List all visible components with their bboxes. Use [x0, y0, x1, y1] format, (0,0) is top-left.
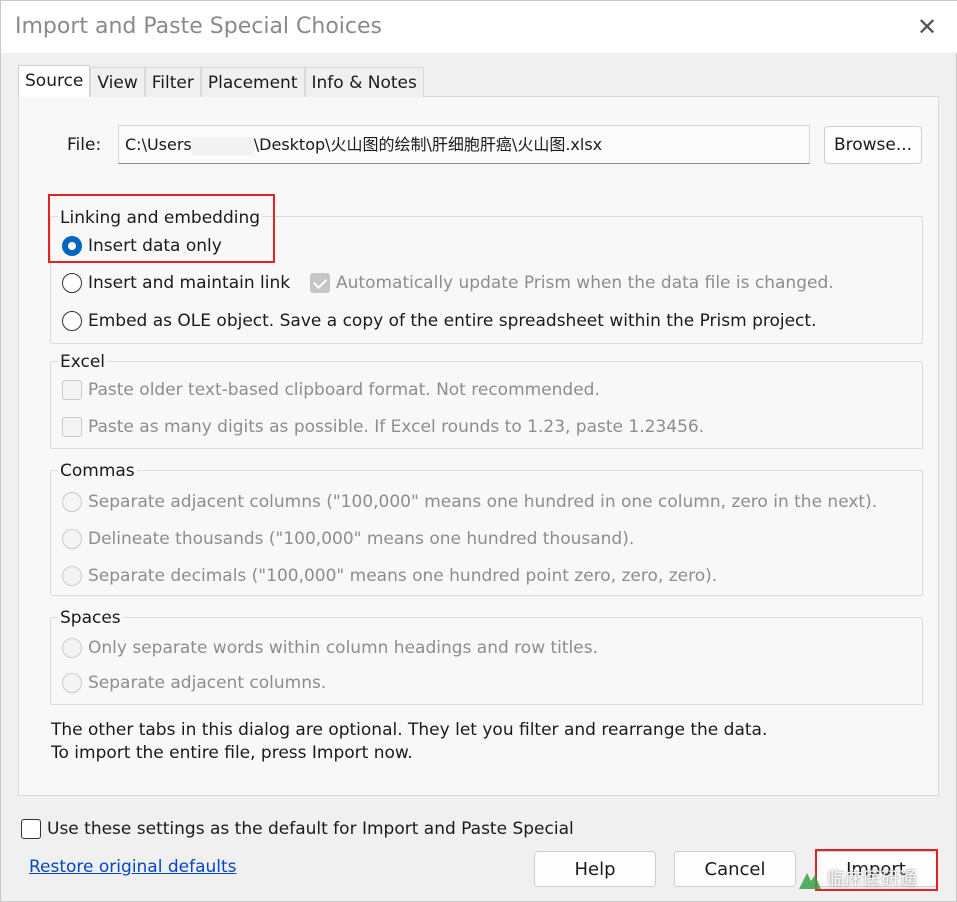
file-path-field[interactable]: C:\Users \Desktop\火山图的绘制\肝细胞肝癌\火山图.xlsx	[118, 125, 810, 164]
delineate-thousands-option[interactable]: Delineate thousands ("100,000" means one…	[62, 529, 634, 549]
default-settings-checkbox[interactable]	[21, 819, 41, 839]
separate-columns-comma-label: Separate adjacent columns ("100,000" mea…	[88, 492, 878, 512]
import-paste-special-dialog: Import and Paste Special Choices ✕ Sourc…	[0, 0, 957, 902]
paste-digits-checkbox[interactable]	[62, 417, 82, 437]
separate-decimals-radio[interactable]	[62, 566, 82, 586]
import-button[interactable]: Import	[815, 851, 937, 887]
separate-columns-comma-option[interactable]: Separate adjacent columns ("100,000" mea…	[62, 492, 877, 512]
separate-decimals-option[interactable]: Separate decimals ("100,000" means one h…	[62, 566, 717, 586]
paste-digits-label: Paste as many digits as possible. If Exc…	[88, 417, 705, 437]
auto-update-checkbox[interactable]	[310, 273, 330, 293]
browse-button[interactable]: Browse...	[824, 126, 922, 164]
insert-maintain-link-option[interactable]: Insert and maintain link	[62, 273, 290, 293]
excel-legend: Excel	[58, 352, 108, 372]
embed-ole-option[interactable]: Embed as OLE object. Save a copy of the …	[62, 311, 816, 331]
file-path-prefix: C:\Users	[125, 135, 192, 154]
tab-info-notes[interactable]: Info & Notes	[304, 67, 424, 97]
insert-data-only-label: Insert data only	[88, 236, 222, 256]
embed-ole-label: Embed as OLE object. Save a copy of the …	[88, 311, 817, 331]
delineate-thousands-label: Delineate thousands ("100,000" means one…	[88, 529, 635, 549]
default-settings-label: Use these settings as the default for Im…	[47, 819, 574, 839]
insert-data-only-option[interactable]: Insert data only	[62, 236, 222, 256]
embed-ole-radio[interactable]	[62, 311, 82, 331]
tab-placement[interactable]: Placement	[200, 67, 305, 97]
redacted-username	[191, 136, 254, 155]
delineate-thousands-radio[interactable]	[62, 529, 82, 549]
auto-update-label: Automatically update Prism when the data…	[336, 273, 834, 293]
tab-source[interactable]: Source	[18, 65, 91, 97]
dialog-title: Import and Paste Special Choices	[15, 14, 382, 39]
restore-defaults-link[interactable]: Restore original defaults	[29, 857, 237, 877]
paste-older-option[interactable]: Paste older text-based clipboard format.…	[62, 380, 600, 400]
insert-maintain-link-radio[interactable]	[62, 273, 82, 293]
paste-digits-option[interactable]: Paste as many digits as possible. If Exc…	[62, 417, 704, 437]
tab-strip: Source View Filter Placement Info & Note…	[18, 65, 424, 97]
cancel-button[interactable]: Cancel	[674, 851, 796, 887]
help-button[interactable]: Help	[534, 851, 656, 887]
file-label: File:	[67, 135, 102, 155]
only-words-radio[interactable]	[62, 638, 82, 658]
separate-columns-space-label: Separate adjacent columns.	[88, 673, 327, 693]
separate-decimals-label: Separate decimals ("100,000" means one h…	[88, 566, 718, 586]
commas-legend: Commas	[58, 461, 137, 481]
tab-filter[interactable]: Filter	[144, 67, 201, 97]
title-bar: Import and Paste Special Choices ✕	[1, 1, 957, 53]
only-words-label: Only separate words within column headin…	[88, 638, 598, 658]
insert-maintain-link-label: Insert and maintain link	[88, 273, 291, 293]
separate-columns-space-radio[interactable]	[62, 673, 82, 693]
paste-older-checkbox[interactable]	[62, 380, 82, 400]
only-words-option[interactable]: Only separate words within column headin…	[62, 638, 598, 658]
linking-legend: Linking and embedding	[58, 208, 263, 228]
auto-update-option[interactable]: Automatically update Prism when the data…	[310, 273, 834, 293]
file-path-suffix: \Desktop\火山图的绘制\肝细胞肝癌\火山图.xlsx	[253, 135, 603, 154]
insert-data-only-radio[interactable]	[62, 236, 82, 256]
close-icon[interactable]: ✕	[905, 9, 949, 45]
note-line-2: To import the entire file, press Import …	[51, 743, 413, 763]
tab-view[interactable]: View	[90, 67, 145, 97]
default-settings-option[interactable]: Use these settings as the default for Im…	[21, 819, 574, 839]
separate-columns-space-option[interactable]: Separate adjacent columns.	[62, 673, 326, 693]
note-line-1: The other tabs in this dialog are option…	[51, 720, 768, 740]
separate-columns-comma-radio[interactable]	[62, 492, 82, 512]
spaces-legend: Spaces	[58, 608, 123, 628]
paste-older-label: Paste older text-based clipboard format.…	[88, 380, 600, 400]
